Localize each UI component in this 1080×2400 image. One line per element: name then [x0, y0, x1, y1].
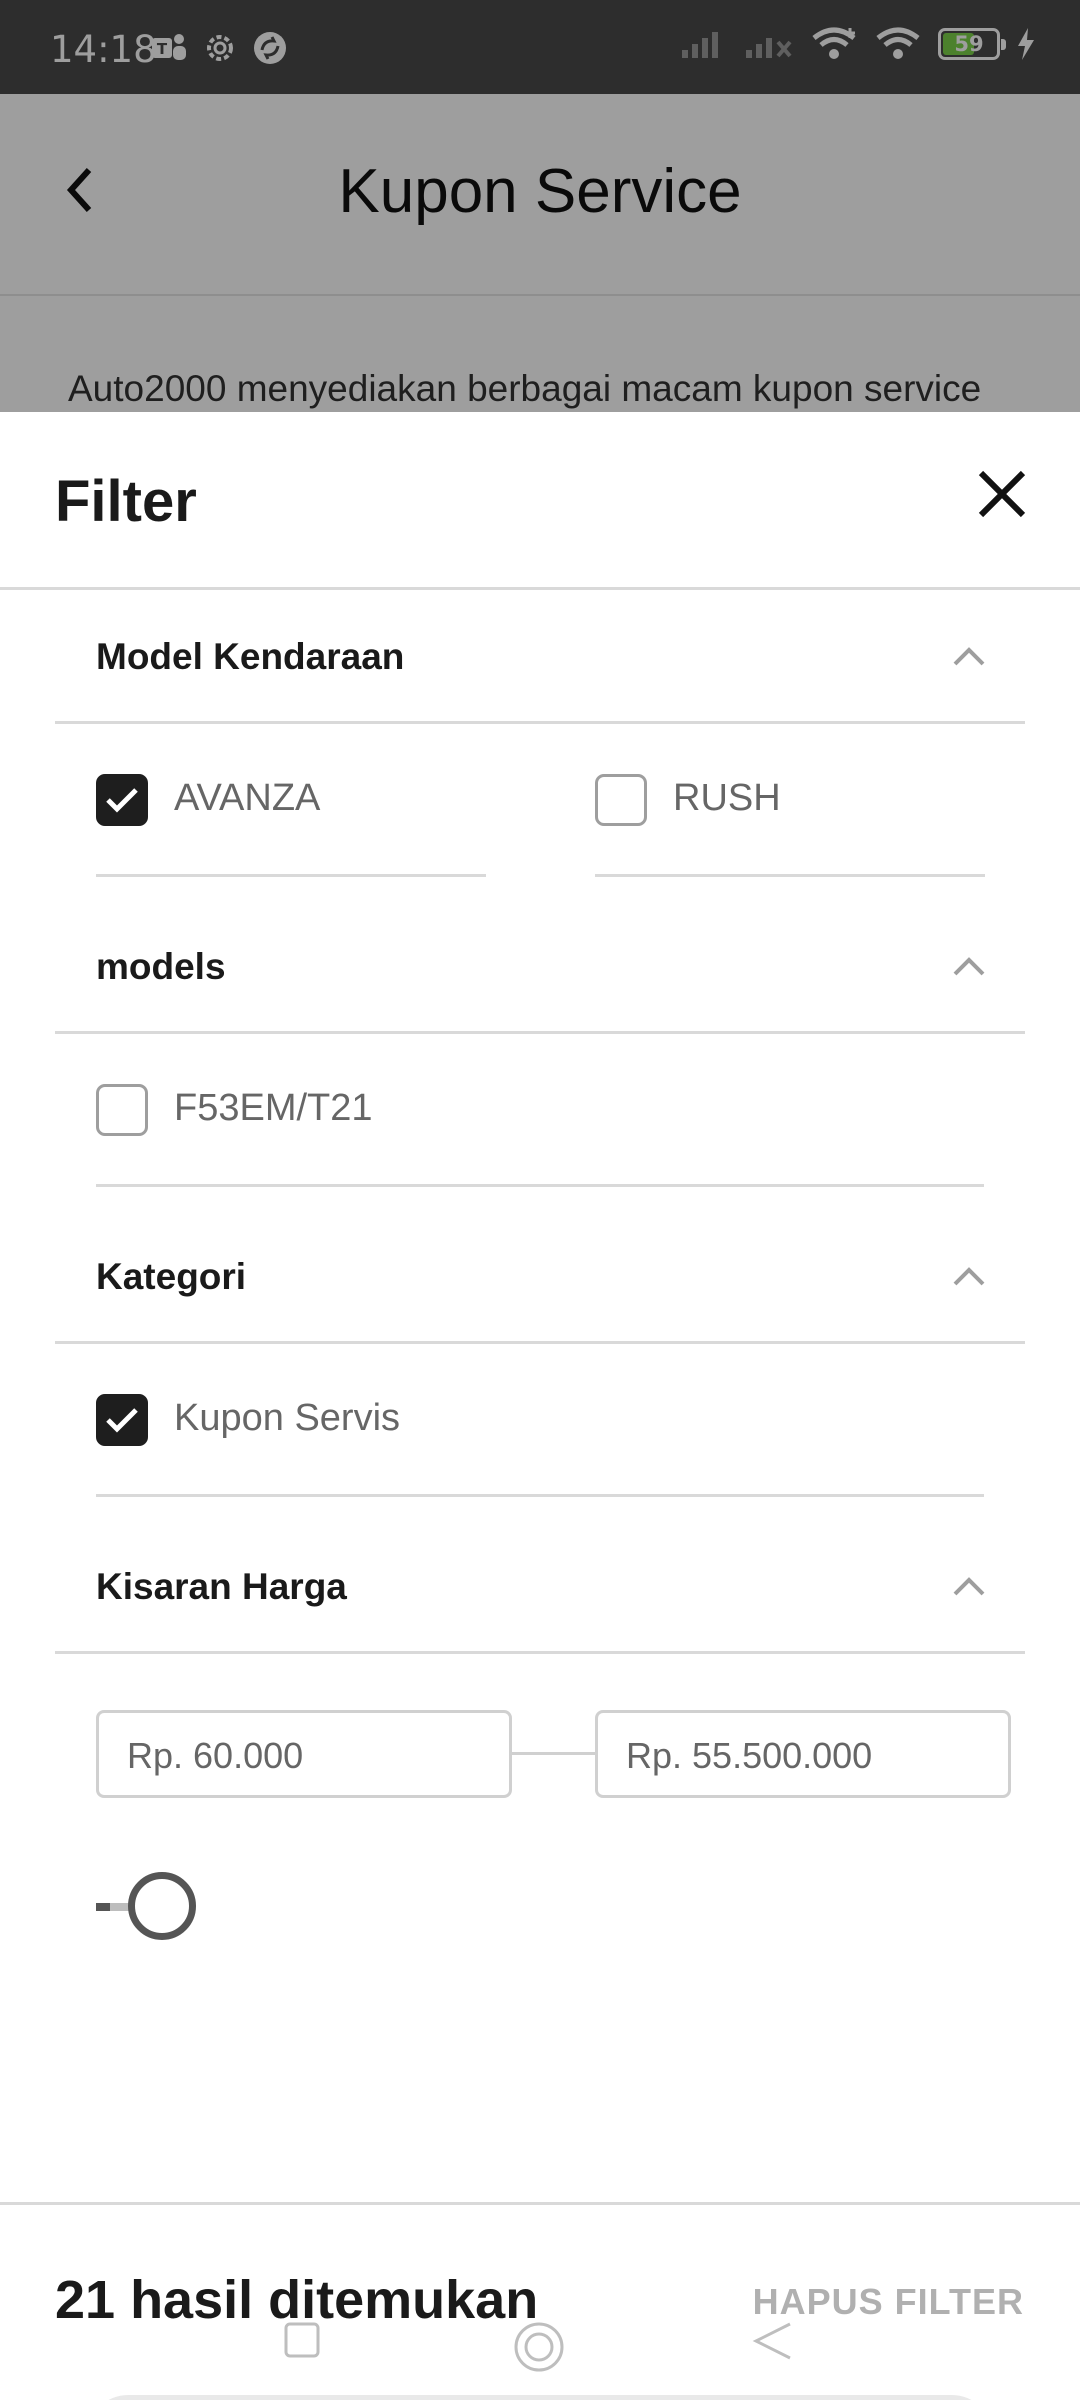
- checkbox[interactable]: [96, 774, 148, 826]
- close-button[interactable]: [972, 464, 1032, 524]
- checkbox[interactable]: [595, 774, 647, 826]
- section-title: models: [96, 946, 226, 987]
- close-icon: [978, 470, 1026, 518]
- option-f53em-t21[interactable]: F53EM/T21: [96, 1037, 984, 1187]
- price-min-value: Rp. 60.000: [127, 1735, 304, 1776]
- section-kategori[interactable]: Kategori: [55, 1216, 1025, 1344]
- price-slider-fill: [96, 1903, 110, 1911]
- option-label: F53EM/T21: [174, 1087, 373, 1129]
- section-title: Model Kendaraan: [96, 636, 405, 677]
- section-model-kendaraan[interactable]: Model Kendaraan: [55, 596, 1025, 724]
- option-rush[interactable]: RUSH: [595, 727, 985, 877]
- nav-recents-icon: [284, 2322, 320, 2358]
- option-label: RUSH: [673, 777, 781, 819]
- chevron-up-icon: [953, 1267, 985, 1286]
- option-label: AVANZA: [174, 777, 321, 819]
- apply-button-edge[interactable]: [88, 2395, 992, 2400]
- chevron-up-icon: [953, 957, 985, 976]
- nav-back-icon: [752, 2322, 791, 2360]
- checkmark-icon: [106, 1408, 138, 1433]
- price-max-input[interactable]: Rp. 55.500.000: [595, 1710, 1011, 1798]
- price-slider-track[interactable]: [96, 1903, 132, 1911]
- clear-filter-button[interactable]: HAPUS FILTER: [753, 2281, 1024, 2323]
- option-avanza[interactable]: AVANZA: [96, 727, 486, 877]
- option-label: Kupon Servis: [174, 1397, 401, 1439]
- price-min-input[interactable]: Rp. 60.000: [96, 1710, 512, 1798]
- nav-home-icon: [514, 2322, 564, 2372]
- filter-sheet: Filter Model Kendaraan AVANZA RUSH model…: [0, 412, 1080, 2400]
- section-models[interactable]: models: [55, 906, 1025, 1034]
- price-range-separator: [512, 1752, 596, 1755]
- chevron-up-icon: [953, 647, 985, 666]
- filter-footer: 21 hasil ditemukan HAPUS FILTER: [0, 2202, 1080, 2400]
- section-title: Kisaran Harga: [96, 1566, 347, 1607]
- filter-title: Filter: [55, 469, 197, 534]
- price-slider-thumb[interactable]: [128, 1872, 196, 1940]
- section-title: Kategori: [96, 1256, 247, 1297]
- option-kupon-servis[interactable]: Kupon Servis: [96, 1347, 984, 1497]
- price-max-value: Rp. 55.500.000: [626, 1735, 873, 1776]
- chevron-up-icon: [953, 1577, 985, 1596]
- checkbox[interactable]: [96, 1084, 148, 1136]
- section-kisaran-harga[interactable]: Kisaran Harga: [55, 1526, 1025, 1654]
- checkbox[interactable]: [96, 1394, 148, 1446]
- checkmark-icon: [106, 788, 138, 813]
- filter-header: Filter: [0, 412, 1080, 590]
